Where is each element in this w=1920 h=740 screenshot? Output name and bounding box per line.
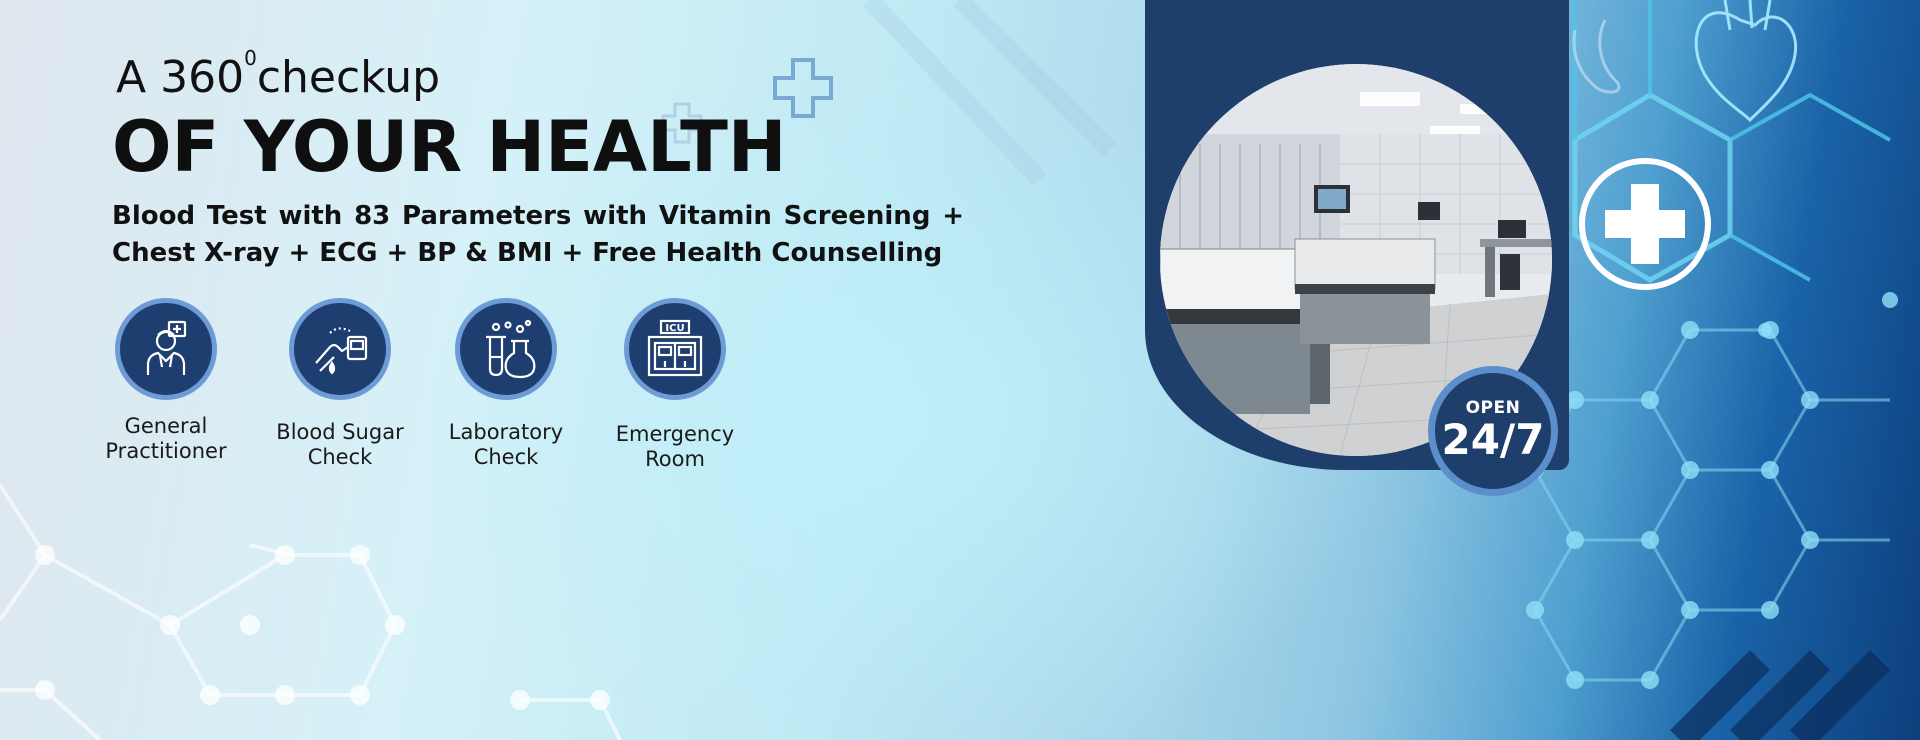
- feature-label-line-1: Blood Sugar: [276, 420, 404, 444]
- feature-label-line-1: Laboratory: [448, 420, 564, 444]
- icu-icon: ICU: [624, 298, 726, 400]
- feature-general-practitioner: General Practitioner: [81, 298, 251, 464]
- package-description: Blood Test with 83 Parameters with Vitam…: [112, 198, 964, 272]
- hexagon-network-right: [1526, 0, 1898, 689]
- feature-label-line-2: Check: [307, 445, 373, 469]
- feature-label: Emergency Room: [590, 422, 760, 472]
- hero-banner: A 3600checkup OF YOUR HEALTH Blood Test …: [0, 0, 1920, 740]
- feature-laboratory-check: Laboratory Check: [421, 298, 591, 470]
- description-line-1: Blood Test with 83 Parameters with Vitam…: [112, 201, 964, 231]
- feature-label-line-2: Check: [473, 445, 539, 469]
- headline-prefix: A 3600checkup: [116, 46, 441, 103]
- feature-label: Laboratory Check: [421, 420, 591, 470]
- doctor-icon: [115, 298, 217, 400]
- feature-blood-sugar-check: Blood Sugar Check: [255, 298, 425, 470]
- description-line-2: Chest X-ray + ECG + BP & BMI + Free Heal…: [112, 238, 943, 268]
- headline-main: OF YOUR HEALTH: [112, 106, 787, 188]
- badge-hours: 24/7: [1441, 415, 1545, 464]
- icu-sign-text: ICU: [665, 323, 684, 334]
- feature-label-line-1: Emergency: [615, 422, 735, 446]
- feature-label-line-1: General: [124, 414, 208, 438]
- degree-mark: 0: [244, 46, 257, 70]
- title-suffix: checkup: [256, 52, 441, 103]
- heart-icon: [1694, 0, 1798, 123]
- title-prefix: A 360: [116, 52, 245, 103]
- feature-label-line-2: Practitioner: [105, 439, 227, 463]
- open-24-7-badge: OPEN 24/7: [1428, 366, 1558, 496]
- brain-icon: [1572, 19, 1621, 94]
- glucose-meter-icon: [289, 298, 391, 400]
- feature-label: Blood Sugar Check: [255, 420, 425, 470]
- feature-label-line-2: Room: [645, 447, 705, 471]
- feature-label: General Practitioner: [81, 414, 251, 464]
- feature-emergency-room: ICU Emergency Room: [590, 298, 760, 472]
- medical-plus-icon: [1579, 158, 1711, 290]
- lab-flask-icon: [455, 298, 557, 400]
